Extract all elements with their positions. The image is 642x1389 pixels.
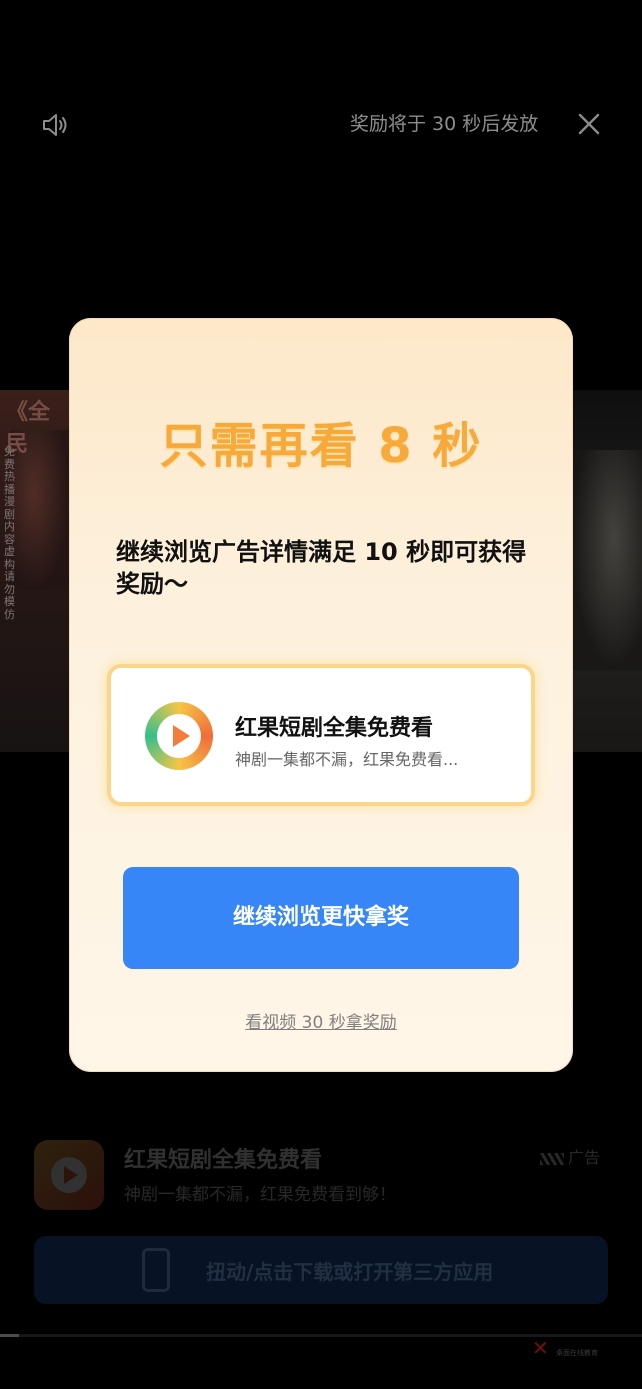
app-card-subtitle: 神剧一集都不漏，红果免费看...	[235, 750, 459, 769]
app-logo-icon	[145, 702, 213, 770]
watch-video-link[interactable]: 看视频 30 秒拿奖励	[69, 1008, 573, 1033]
dialog-description: 继续浏览广告详情满足 10 秒即可获得奖励～	[116, 538, 527, 598]
reward-dialog: 只需再看 8 秒 继续浏览广告详情满足 10 秒即可获得奖励～ 红果短剧全集免费…	[69, 318, 573, 1072]
app-card[interactable]: 红果短剧全集免费看 神剧一集都不漏，红果免费看...	[107, 664, 535, 806]
play-icon	[157, 714, 201, 758]
continue-browsing-button[interactable]: 继续浏览更快拿奖	[123, 867, 519, 969]
dialog-title: 只需再看 8 秒	[159, 418, 483, 474]
app-card-title: 红果短剧全集免费看	[235, 716, 434, 741]
